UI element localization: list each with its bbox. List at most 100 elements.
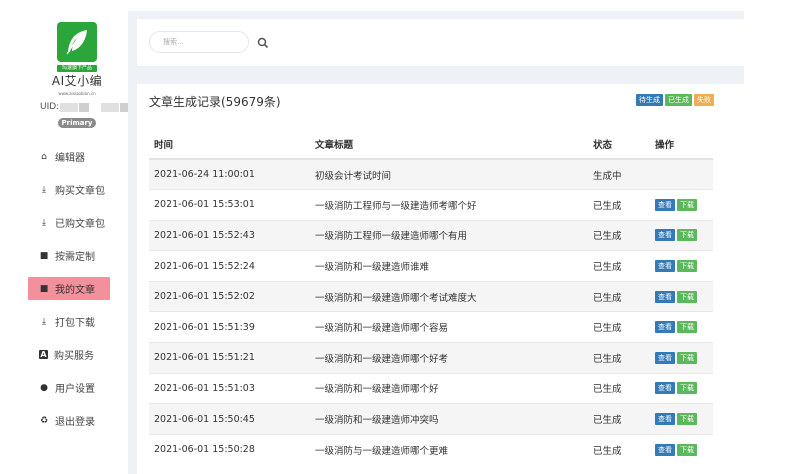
row-title: 一级消防工程师一级建造师哪个有用 — [310, 219, 588, 251]
sidebar-item-buy-service[interactable]: A 购买服务 — [28, 343, 110, 366]
uid-label: UID: — [40, 102, 60, 112]
download-icon: ⤓ — [42, 217, 46, 228]
row-status: 已生成 — [588, 372, 650, 404]
row-time: 2021-06-24 11:00:01 — [149, 158, 310, 190]
row-actions: 查看 下载 — [650, 250, 713, 282]
sidebar-item-my-articles[interactable]: ■ 我的文章 — [28, 277, 110, 300]
sidebar-item-custom[interactable]: ■ 按需定制 — [28, 244, 110, 267]
logo-tagline: 玛速旗下产品 — [57, 65, 97, 72]
row-time: 2021-06-01 15:51:21 — [149, 342, 310, 374]
file-icon: ■ — [39, 250, 49, 261]
main-area: 文章生成记录(59679条) 待生成 已生成 失败 时间 文章标题 状态 操作 … — [128, 11, 744, 474]
row-status: 已生成 — [588, 280, 650, 312]
records-table: 时间 文章标题 状态 操作 2021-06-24 11:00:01 初级会计考试… — [149, 129, 713, 465]
file-icon: ■ — [39, 283, 49, 294]
uid-redacted — [101, 102, 120, 112]
sidebar-item-label: 购买文章包 — [55, 186, 105, 197]
sidebar-item-buy-package[interactable]: ⤓ 购买文章包 — [28, 178, 110, 201]
row-title: 一级消防和一级建造师哪个容易 — [310, 311, 588, 343]
row-time: 2021-06-01 15:51:03 — [149, 372, 310, 404]
row-status: 已生成 — [588, 311, 650, 343]
sidebar-item-label: 按需定制 — [55, 252, 95, 263]
legend-pending: 待生成 — [636, 94, 663, 106]
table-row: 2021-06-01 15:53:01 一级消防工程师与一级建造师考哪个好 已生… — [149, 189, 713, 221]
sidebar-item-logout[interactable]: ♻ 退出登录 — [28, 409, 110, 432]
row-actions: 查看 下载 — [650, 311, 713, 343]
search-icon[interactable] — [256, 35, 270, 49]
uid-redacted — [60, 102, 79, 112]
download-button[interactable]: 下载 — [677, 351, 697, 364]
row-title: 一级消防工程师与一级建造师考哪个好 — [310, 189, 588, 221]
download-button[interactable]: 下载 — [677, 229, 697, 242]
row-title: 一级消防和一级建造师哪个考试难度大 — [310, 280, 588, 312]
row-time: 2021-06-01 15:52:24 — [149, 250, 310, 282]
sidebar-item-editor[interactable]: ⌂ 编辑器 — [28, 145, 110, 168]
view-button[interactable]: 查看 — [655, 321, 675, 334]
legend-done: 已生成 — [665, 94, 692, 106]
download-button[interactable]: 下载 — [677, 290, 697, 303]
records-panel: 文章生成记录(59679条) 待生成 已生成 失败 时间 文章标题 状态 操作 … — [137, 84, 744, 474]
download-button[interactable]: 下载 — [677, 443, 697, 456]
row-status: 已生成 — [588, 250, 650, 282]
row-actions: 查看 下载 — [650, 342, 713, 374]
sidebar-item-bulk-download[interactable]: ⤓ 打包下载 — [28, 310, 110, 333]
row-status: 已生成 — [588, 342, 650, 374]
row-actions: 查看 下载 — [650, 403, 713, 435]
sidebar-item-label: 退出登录 — [55, 417, 95, 428]
row-actions: 查看 下载 — [650, 280, 713, 312]
legend-failed: 失败 — [694, 94, 714, 106]
sidebar-item-label: 购买服务 — [54, 351, 94, 362]
sidebar-item-label: 打包下载 — [55, 318, 95, 329]
sidebar-item-label: 用户设置 — [55, 384, 95, 395]
sidebar-item-purchased[interactable]: ⤓ 已购文章包 — [28, 211, 110, 234]
column-title: 文章标题 — [310, 129, 588, 160]
view-button[interactable]: 查看 — [655, 260, 675, 273]
role-badge: Primary — [58, 118, 96, 128]
row-time: 2021-06-01 15:52:43 — [149, 219, 310, 251]
download-icon: ⤓ — [42, 316, 46, 327]
download-icon: ⤓ — [42, 184, 46, 195]
download-button[interactable]: 下载 — [677, 321, 697, 334]
search-input[interactable] — [149, 31, 249, 53]
row-actions: 查看 下载 — [650, 433, 713, 465]
row-time: 2021-06-01 15:50:45 — [149, 403, 310, 435]
table-row: 2021-06-01 15:52:02 一级消防和一级建造师哪个考试难度大 已生… — [149, 280, 713, 312]
table-row: 2021-06-01 15:50:45 一级消防和一级建造师冲突吗 已生成 查看… — [149, 403, 713, 435]
table-row: 2021-06-01 15:51:39 一级消防和一级建造师哪个容易 已生成 查… — [149, 311, 713, 343]
view-button[interactable]: 查看 — [655, 290, 675, 303]
download-button[interactable]: 下载 — [677, 198, 697, 211]
uid-row: UID: — [40, 102, 131, 112]
download-button[interactable]: 下载 — [677, 260, 697, 273]
row-title: 一级消防与一级建造师哪个更难 — [310, 433, 588, 465]
row-time: 2021-06-01 15:50:28 — [149, 433, 310, 465]
row-status: 已生成 — [588, 189, 650, 221]
row-actions: 查看 下载 — [650, 372, 713, 404]
view-button[interactable]: 查看 — [655, 443, 675, 456]
table-row: 2021-06-01 15:52:43 一级消防工程师一级建造师哪个有用 已生成… — [149, 219, 713, 251]
search-bar — [137, 19, 744, 66]
sidebar-item-label: 我的文章 — [55, 285, 95, 296]
sidebar-item-user-settings[interactable]: ● 用户设置 — [28, 376, 110, 399]
table-row: 2021-06-01 15:51:03 一级消防和一级建造师哪个好 已生成 查看… — [149, 372, 713, 404]
row-status: 已生成 — [588, 219, 650, 251]
a-box-icon: A — [39, 350, 48, 359]
row-status: 已生成 — [588, 403, 650, 435]
view-button[interactable]: 查看 — [655, 198, 675, 211]
sidebar: 玛速旗下产品 AI艾小编 www.aixiaobian.cn UID: Prim… — [0, 0, 131, 474]
view-button[interactable]: 查看 — [655, 351, 675, 364]
table-header: 时间 文章标题 状态 操作 — [149, 129, 713, 160]
row-status: 已生成 — [588, 433, 650, 465]
table-row: 2021-06-01 15:52:24 一级消防和一级建造师谁难 已生成 查看下… — [149, 250, 713, 282]
brand-name: AI艾小编 — [51, 74, 103, 88]
row-time: 2021-06-01 15:53:01 — [149, 189, 310, 221]
column-action: 操作 — [650, 129, 713, 160]
download-button[interactable]: 下载 — [677, 382, 697, 395]
row-title: 一级消防和一级建造师哪个好考 — [310, 342, 588, 374]
status-legend: 待生成 已生成 失败 — [636, 94, 714, 106]
view-button[interactable]: 查看 — [655, 413, 675, 426]
row-time: 2021-06-01 15:52:02 — [149, 280, 310, 312]
view-button[interactable]: 查看 — [655, 382, 675, 395]
brand-url: www.aixiaobian.cn — [58, 91, 96, 96]
view-button[interactable]: 查看 — [655, 229, 675, 242]
download-button[interactable]: 下载 — [677, 413, 697, 426]
